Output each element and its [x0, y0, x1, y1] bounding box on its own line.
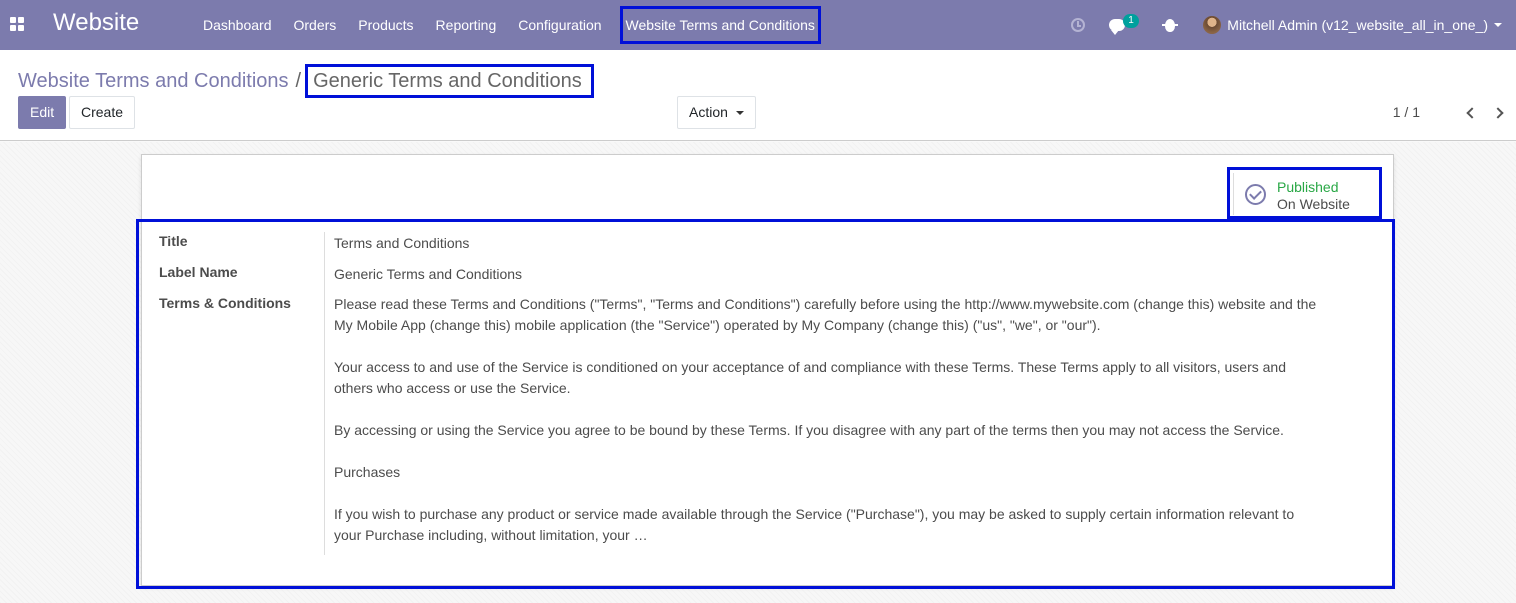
- menu-item-website-terms[interactable]: Website Terms and Conditions: [618, 4, 823, 46]
- breadcrumb-separator: /: [295, 69, 302, 92]
- activity-button[interactable]: [1061, 0, 1099, 50]
- terms-paragraph: If you wish to purchase any product or s…: [334, 506, 1295, 543]
- main-menu: Dashboard Orders Products Reporting Conf…: [192, 0, 828, 50]
- user-name: Mitchell Admin (v12_website_all_in_one_): [1227, 17, 1488, 33]
- menu-item-products[interactable]: Products: [347, 0, 424, 50]
- website-publish-button[interactable]: Published On Website: [1227, 167, 1382, 219]
- terms-paragraph: Purchases: [334, 464, 401, 480]
- publish-status: Published: [1277, 179, 1339, 195]
- breadcrumb-parent[interactable]: Website Terms and Conditions: [18, 70, 289, 93]
- menu-item-dashboard[interactable]: Dashboard: [192, 0, 283, 50]
- breadcrumb: Website Terms and Conditions / Generic T…: [18, 64, 594, 98]
- action-label: Action: [689, 104, 728, 120]
- user-menu[interactable]: Mitchell Admin (v12_website_all_in_one_): [1193, 0, 1516, 50]
- menu-item-reporting[interactable]: Reporting: [425, 0, 508, 50]
- pager-next-button[interactable]: [1492, 106, 1506, 120]
- menu-item-configuration[interactable]: Configuration: [507, 0, 612, 50]
- chevron-left-icon: [1466, 107, 1478, 119]
- breadcrumb-current: Generic Terms and Conditions: [305, 64, 594, 98]
- clock-icon: [1071, 18, 1086, 32]
- title-label: Title: [159, 233, 188, 249]
- field-divider: [324, 232, 325, 555]
- title-value: Terms and Conditions: [334, 235, 470, 251]
- avatar: [1203, 16, 1222, 34]
- terms-label: Terms & Conditions: [159, 295, 291, 311]
- top-navbar: Website Dashboard Orders Products Report…: [0, 0, 1516, 50]
- systray: 1 Mitchell Admin (v12_website_all_in_one…: [1061, 0, 1516, 50]
- terms-paragraph: Please read these Terms and Conditions (…: [334, 296, 1317, 333]
- create-button[interactable]: Create: [69, 96, 136, 129]
- edit-button[interactable]: Edit: [18, 96, 67, 129]
- caret-down-icon: [735, 111, 744, 116]
- terms-paragraph: By accessing or using the Service you ag…: [334, 422, 1284, 438]
- bug-icon: [1162, 18, 1179, 32]
- chevron-right-icon: [1492, 107, 1504, 119]
- chevron-down-icon: [1494, 23, 1502, 27]
- label-name-label: Label Name: [159, 264, 238, 280]
- menu-item-orders[interactable]: Orders: [283, 0, 348, 50]
- control-panel: Website Terms and Conditions / Generic T…: [0, 50, 1516, 141]
- check-circle-icon: [1245, 184, 1266, 205]
- label-name-value: Generic Terms and Conditions: [334, 266, 523, 282]
- terms-paragraph: Your access to and use of the Service is…: [334, 359, 1286, 396]
- apps-menu-icon[interactable]: [10, 17, 24, 31]
- pager-previous-button[interactable]: [1465, 106, 1478, 120]
- publish-button-inner: Published On Website: [1233, 173, 1376, 215]
- messages-badge: 1: [1123, 14, 1139, 28]
- action-button[interactable]: Action: [677, 96, 756, 129]
- publish-location: On Website: [1277, 196, 1350, 212]
- app-brand[interactable]: Website: [53, 9, 139, 37]
- messaging-button[interactable]: 1: [1099, 0, 1155, 50]
- debug-button[interactable]: [1155, 0, 1193, 50]
- terms-content: Please read these Terms and Conditions (…: [334, 294, 1324, 567]
- pager-value[interactable]: 1 / 1: [1393, 104, 1420, 120]
